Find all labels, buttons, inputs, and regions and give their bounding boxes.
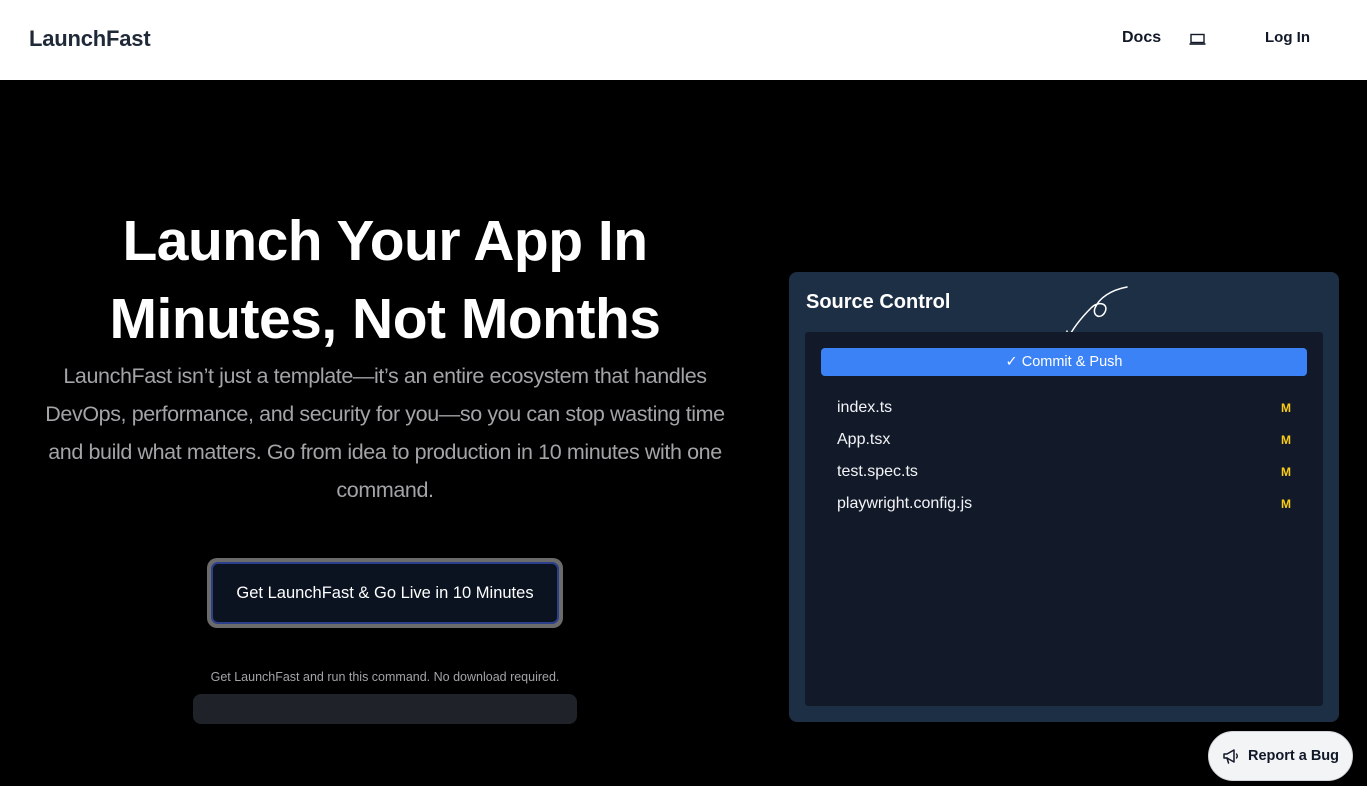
cta-note: Get LaunchFast and run this command. No …: [210, 670, 560, 684]
list-item[interactable]: index.ts M: [837, 392, 1291, 424]
source-control-body: ✓ Commit & Push index.ts M App.tsx M tes…: [805, 332, 1323, 706]
file-name: playwright.config.js: [837, 495, 973, 512]
hero-subtext: LaunchFast isn’t just a template—it’s an…: [45, 364, 725, 502]
cta-button-frame: Get LaunchFast & Go Live in 10 Minutes: [207, 558, 563, 628]
file-name: index.ts: [837, 399, 893, 416]
source-control-panel: Source Control ✓ Commit & Push index.ts …: [789, 272, 1339, 722]
nav-login-link[interactable]: Log In: [1265, 29, 1310, 46]
command-box[interactable]: [193, 694, 577, 724]
hero-headline: Launch Your App In Minutes, Not Months: [20, 202, 750, 358]
list-item[interactable]: test.spec.ts M: [837, 456, 1291, 488]
file-name: test.spec.ts: [837, 463, 918, 480]
file-status-badge: M: [1281, 401, 1291, 415]
get-launchfast-button[interactable]: Get LaunchFast & Go Live in 10 Minutes: [211, 562, 559, 624]
report-bug-label: Report a Bug: [1247, 748, 1340, 764]
changed-files-list: index.ts M App.tsx M test.spec.ts M play…: [837, 392, 1291, 520]
laptop-icon[interactable]: [1188, 31, 1206, 47]
commit-push-button[interactable]: ✓ Commit & Push: [821, 348, 1307, 376]
nav-docs-link[interactable]: Docs: [1122, 29, 1161, 47]
headline-line-1: Launch Your App In: [122, 209, 648, 273]
report-bug-button[interactable]: Report a Bug: [1208, 731, 1353, 781]
list-item[interactable]: playwright.config.js M: [837, 488, 1291, 520]
megaphone-icon: [1222, 747, 1240, 765]
brand-logo[interactable]: LaunchFast: [29, 26, 151, 52]
file-name: App.tsx: [837, 431, 891, 448]
list-item[interactable]: App.tsx M: [837, 424, 1291, 456]
file-status-badge: M: [1281, 497, 1291, 511]
file-status-badge: M: [1281, 465, 1291, 479]
file-status-badge: M: [1281, 433, 1291, 447]
headline-line-2: Minutes, Not Months: [109, 287, 661, 351]
source-control-title: Source Control: [806, 291, 951, 313]
top-navbar: LaunchFast Docs Log In: [0, 0, 1367, 80]
